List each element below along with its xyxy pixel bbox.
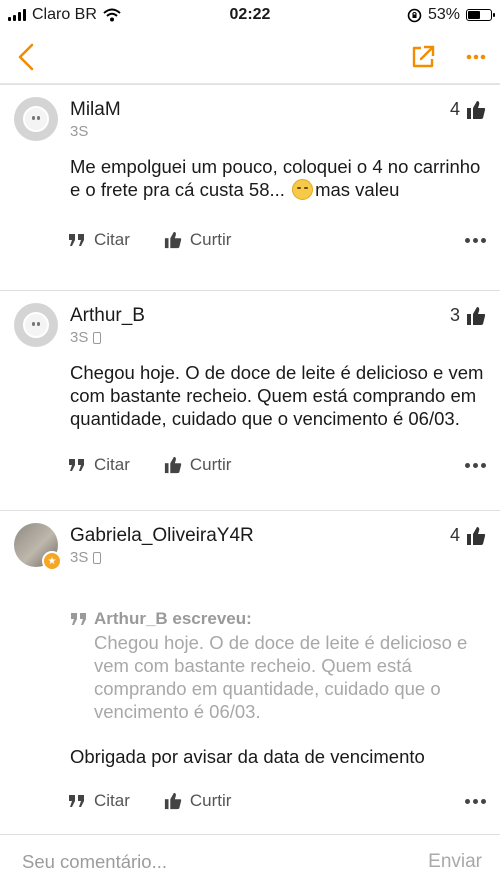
- chevron-left-icon[interactable]: [14, 42, 38, 72]
- author-name[interactable]: MilaM: [70, 97, 450, 121]
- comment-time: 3S: [70, 549, 450, 566]
- default-avatar-icon: [23, 106, 49, 132]
- mobile-device-icon: [93, 331, 102, 344]
- comment-header: MilaM 3S 4: [14, 97, 486, 141]
- quote-button[interactable]: Citar: [68, 791, 130, 811]
- orientation-lock-icon: [407, 8, 422, 22]
- comment-meta: MilaM 3S: [70, 97, 450, 140]
- comment-meta: Gabriela_OliveiraY4R 3S: [70, 523, 450, 566]
- like-button[interactable]: Curtir: [164, 455, 232, 475]
- thumbs-up-icon: [467, 306, 486, 325]
- quote-label: Citar: [94, 455, 130, 474]
- like-count: 3: [450, 303, 486, 326]
- nav-actions: [410, 44, 486, 70]
- like-label: Curtir: [189, 230, 232, 249]
- thumbs-up-icon: [164, 231, 182, 249]
- time-label: 3S: [70, 549, 89, 566]
- quote-button[interactable]: Citar: [68, 230, 130, 250]
- comment-time: 3S: [70, 329, 450, 346]
- comment-text: Obrigada por avisar da data de venciment…: [70, 746, 425, 767]
- like-count-value: 3: [449, 305, 460, 325]
- more-options-button[interactable]: [465, 462, 486, 468]
- quote-icon: [69, 234, 84, 246]
- nav-bar: [0, 30, 500, 84]
- status-bar: Claro BR 02:22 53%: [0, 0, 500, 30]
- quote-icon: [69, 459, 84, 471]
- comment-header: ★ Gabriela_OliveiraY4R 3S 4: [14, 523, 486, 571]
- comment-text: Me empolguei um pouco, coloquei o 4 no c…: [70, 155, 486, 201]
- comment-item: MilaM 3S 4 Me empolguei um pouco, coloqu…: [0, 84, 500, 290]
- thumbs-up-icon: [467, 100, 486, 119]
- avatar[interactable]: [14, 303, 58, 347]
- quoted-comment: Arthur_B escreveu: Chegou hoje. O de doc…: [70, 609, 486, 723]
- time-label: 3S: [70, 123, 89, 140]
- like-count: 4: [450, 97, 486, 120]
- like-button[interactable]: Curtir: [164, 230, 232, 250]
- time-label: 3S: [70, 329, 89, 346]
- battery-fill: [468, 11, 480, 19]
- like-label: Curtir: [189, 455, 232, 474]
- mobile-device-icon: [93, 551, 102, 564]
- quote-header: Arthur_B escreveu:: [70, 609, 486, 629]
- comment-text-part: Me empolguei um pouco, coloquei o 4 no c…: [70, 156, 481, 200]
- external-link-icon[interactable]: [410, 44, 436, 70]
- author-name[interactable]: Gabriela_OliveiraY4R: [70, 523, 450, 547]
- default-avatar-icon: [23, 312, 49, 338]
- quote-label: Citar: [94, 791, 130, 810]
- carrier-label: Claro BR: [32, 6, 97, 23]
- comment-composer: Enviar: [0, 834, 500, 889]
- wifi-icon: [103, 8, 121, 22]
- more-options-button[interactable]: [465, 237, 486, 243]
- quote-label: Citar: [94, 230, 130, 249]
- battery-icon: [466, 9, 495, 21]
- comment-actions: Citar Curtir: [68, 438, 486, 492]
- thumbs-up-icon: [164, 456, 182, 474]
- author-name[interactable]: Arthur_B: [70, 303, 450, 327]
- comment-feed: MilaM 3S 4 Me empolguei um pouco, coloqu…: [0, 84, 500, 826]
- like-label: Curtir: [189, 791, 232, 810]
- like-button[interactable]: Curtir: [164, 791, 232, 811]
- ellipsis-icon[interactable]: [466, 54, 486, 60]
- comment-actions: Citar Curtir: [68, 774, 486, 828]
- quote-icon: [69, 795, 84, 807]
- comment-item: ★ Gabriela_OliveiraY4R 3S 4 Arthur_B esc…: [0, 510, 500, 826]
- thumbs-up-icon: [467, 526, 486, 545]
- comment-actions: Citar Curtir: [68, 213, 486, 267]
- pensive-face-icon: [292, 179, 314, 200]
- battery-percent: 53%: [427, 6, 460, 23]
- status-right: 53%: [407, 6, 495, 24]
- comment-time: 3S: [70, 123, 450, 140]
- comment-text: Chegou hoje. O de doce de leite é delici…: [70, 362, 484, 429]
- like-count: 4: [450, 523, 486, 546]
- avatar[interactable]: ★: [14, 523, 62, 571]
- quote-icon: [71, 613, 86, 625]
- quote-button[interactable]: Citar: [68, 455, 130, 475]
- comment-item: Arthur_B 3S 3 Chegou hoje. O de doce de …: [0, 290, 500, 510]
- more-options-button[interactable]: [465, 798, 486, 804]
- user-badge-icon: ★: [42, 551, 62, 571]
- like-count-value: 4: [449, 99, 460, 119]
- signal-icon: [8, 9, 26, 21]
- thumbs-up-icon: [164, 792, 182, 810]
- comment-header: Arthur_B 3S 3: [14, 303, 486, 347]
- comment-input[interactable]: [22, 851, 429, 873]
- avatar[interactable]: [14, 97, 58, 141]
- like-count-value: 4: [449, 525, 460, 545]
- send-button[interactable]: Enviar: [428, 851, 482, 873]
- quote-text: Chegou hoje. O de doce de leite é delici…: [94, 632, 468, 722]
- status-left: Claro BR: [8, 6, 121, 24]
- comment-meta: Arthur_B 3S: [70, 303, 450, 346]
- comment-text-part: mas valeu: [315, 179, 400, 200]
- quote-author: Arthur_B escreveu:: [94, 609, 252, 628]
